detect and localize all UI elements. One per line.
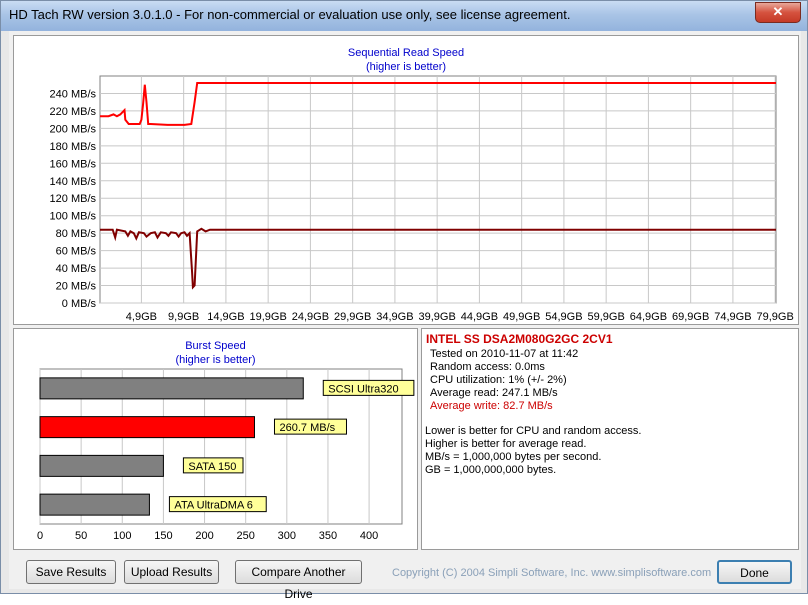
y-tick-label: 120 MB/s [50,193,97,205]
random-access: Random access: 0.0ms [430,361,545,373]
copyright-text: Copyright (C) 2004 Simpli Software, Inc.… [392,567,712,579]
y-tick-label: 80 MB/s [56,228,97,240]
burst-bar-label: ATA UltraDMA 6 [174,500,252,512]
x-tick-label: 59,9GB [587,311,624,323]
cpu-utilization: CPU utilization: 1% (+/- 2%) [430,374,567,386]
burst-speed-panel: Burst Speed (higher is better) 0 50 100 150… [13,328,418,550]
burst-bar [39,493,150,516]
x-tick-label: 24,9GB [292,311,329,323]
x-tick-label: 79,9GB [756,311,793,323]
burst-bar-label: SCSI Ultra320 [328,383,398,395]
x-tick-label: 44,9GB [461,311,498,323]
average-write: Average write: 82.7 MB/s [430,400,553,412]
y-tick-label: 160 MB/s [50,158,97,170]
x-tick-label: 250 [237,530,255,542]
burst-bar [39,416,255,439]
y-tick-label: 240 MB/s [50,88,97,100]
note-read: Higher is better for average read. [425,438,587,450]
x-tick-label: 74,9GB [714,311,751,323]
window-title: HD Tach RW version 3.0.1.0 - For non-com… [9,7,571,22]
note-gb: GB = 1,000,000,000 bytes. [425,464,557,476]
close-icon: ✕ [772,4,784,19]
y-tick-label: 40 MB/s [56,263,97,275]
client-area: Sequential Read Speed (higher is better)… [9,31,801,601]
app-window: HD Tach RW version 3.0.1.0 - For non-com… [0,0,808,601]
x-tick-label: 4,9GB [126,311,157,323]
x-tick-label: 14,9GB [207,311,244,323]
note-mbs: MB/s = 1,000,000 bytes per second. [425,451,602,463]
x-tick-label: 150 [154,530,172,542]
sequential-read-chart: 0 MB/s 20 MB/s 40 MB/s 60 MB/s 80 MB/s 100 MB… [50,75,794,323]
y-tick-label: 0 MB/s [62,298,97,310]
burst-bar [39,377,304,400]
y-tick-label: 200 MB/s [50,123,97,135]
done-button[interactable]: Done [717,560,792,584]
save-results-button[interactable]: Save Results [26,560,116,584]
x-tick-label: 19,9GB [249,311,286,323]
average-read: Average read: 247.1 MB/s [430,387,558,399]
close-button[interactable]: ✕ [755,2,801,23]
tested-on: Tested on 2010-11-07 at 11:42 [430,348,579,360]
y-tick-label: 100 MB/s [50,211,97,223]
note-cpu: Lower is better for CPU and random acces… [425,425,642,437]
x-tick-label: 39,9GB [418,311,455,323]
y-tick-label: 220 MB/s [50,106,97,118]
upload-results-button[interactable]: Upload Results [124,560,219,584]
burst-bar [39,454,164,477]
burst-bar-label: SATA 150 [188,461,236,473]
x-tick-label: 100 [113,530,131,542]
plot-area [99,75,777,304]
x-tick-label: 64,9GB [630,311,667,323]
y-tick-label: 20 MB/s [56,281,97,293]
burst-bar-label: 260.7 MB/s [279,422,335,434]
x-tick-label: 300 [278,530,296,542]
x-tick-label: 0 [37,530,43,542]
sequential-read-panel: Sequential Read Speed (higher is better)… [13,35,799,325]
y-tick-label: 180 MB/s [50,141,97,153]
x-tick-label: 50 [75,530,87,542]
x-tick-label: 54,9GB [545,311,582,323]
title-bar[interactable]: HD Tach RW version 3.0.1.0 - For non-com… [1,1,807,31]
burst-speed-chart: 0 50 100 150 200 250 300 350 400 SCSI Ultra320 260… [37,368,415,542]
x-tick-label: 34,9GB [376,311,413,323]
y-tick-label: 60 MB/s [56,246,97,258]
x-tick-label: 29,9GB [334,311,371,323]
drive-info-panel: INTEL SS DSA2M080G2GC 2CV1 Tested on 201… [421,328,799,550]
x-tick-label: 400 [360,530,378,542]
y-tick-label: 140 MB/s [50,176,97,188]
x-tick-label: 200 [195,530,213,542]
x-tick-label: 49,9GB [503,311,540,323]
x-tick-label: 9,9GB [168,311,199,323]
x-tick-label: 69,9GB [672,311,709,323]
x-tick-label: 350 [319,530,337,542]
drive-name: INTEL SS DSA2M080G2GC 2CV1 [426,332,613,346]
compare-another-drive-button[interactable]: Compare Another Drive [235,560,362,601]
